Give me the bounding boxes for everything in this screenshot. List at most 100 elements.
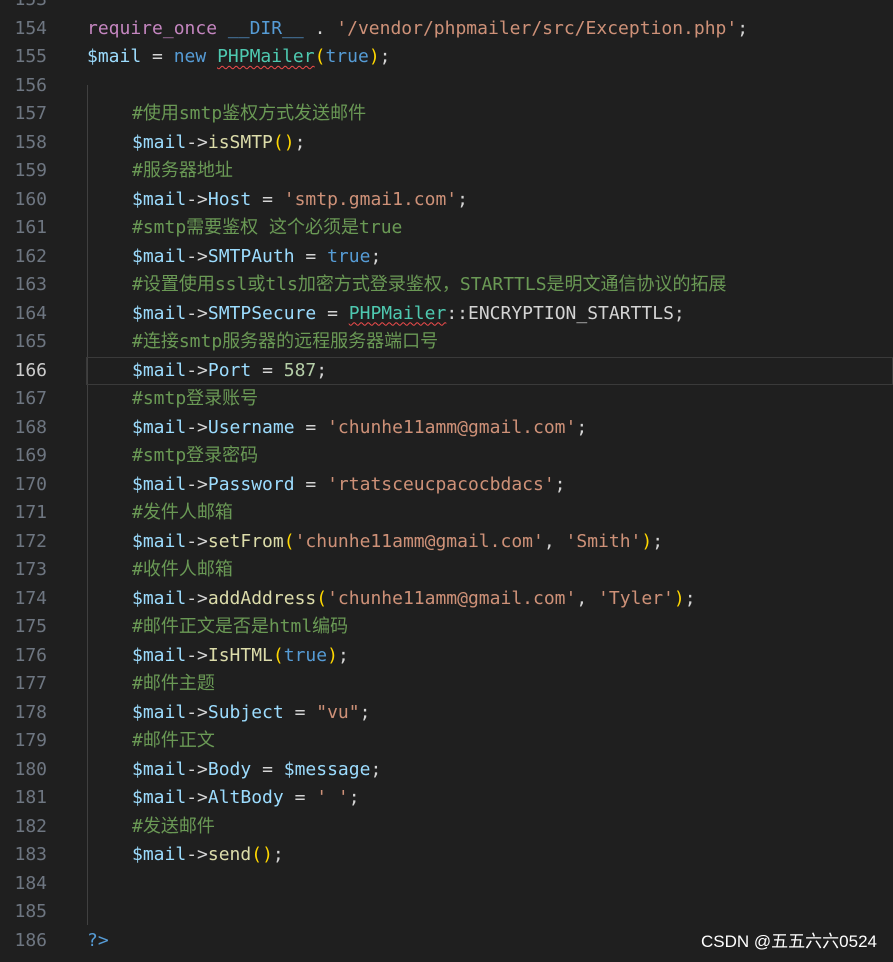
code-line[interactable]: 184	[0, 870, 893, 899]
code-line[interactable]: 183 $mail->send();	[0, 841, 893, 870]
code-line[interactable]: 155 $mail = new PHPMailer(true);	[0, 43, 893, 72]
code-token: (	[316, 587, 328, 609]
code-line[interactable]: 174 $mail->addAddress('chunhe11amm@gmail.…	[0, 585, 893, 614]
code-line[interactable]: 181 $mail->AltBody = ' ';	[0, 784, 893, 813]
code-text-area[interactable]: $mail->Subject = "vu";	[86, 699, 893, 728]
code-text-area[interactable]	[86, 870, 893, 899]
code-text: $mail->Body = $message;	[132, 756, 381, 785]
line-number: 183	[14, 844, 47, 865]
code-text-area[interactable]: $mail->Host = 'smtp.gmai1.com';	[86, 186, 893, 215]
code-line[interactable]: 185	[0, 898, 893, 927]
code-text-area[interactable]: #发件人邮箱	[86, 499, 893, 528]
code-editor[interactable]: 153 154 require_once __DIR__ . '/vendor/ph…	[0, 0, 893, 962]
code-line[interactable]: 179 #邮件正文	[0, 727, 893, 756]
code-token: ;	[370, 245, 382, 267]
code-token: send	[207, 844, 252, 865]
code-line[interactable]: 163 #设置使用ssl或tls加密方式登录鉴权，STARTTLS是明文通信协议的…	[0, 271, 893, 300]
code-text-area[interactable]: #发送邮件	[86, 813, 893, 842]
code-text-area[interactable]: $mail->AltBody = ' ';	[86, 784, 893, 813]
code-token: =	[294, 473, 328, 495]
code-line[interactable]: 167 #smtp登录账号	[0, 385, 893, 414]
code-token: $mail	[132, 245, 187, 267]
code-token: AltBody	[207, 787, 284, 808]
line-number: 156	[14, 74, 47, 96]
code-text-area[interactable]: $mail->SMTPSecure = PHPMailer::ENCRYPTIO…	[86, 300, 893, 329]
code-line[interactable]: 175 #邮件正文是否是html编码	[0, 613, 893, 642]
code-line[interactable]: 161 #smtp需要鉴权 这个必须是true	[0, 214, 893, 243]
code-line[interactable]: 173 #收件人邮箱	[0, 556, 893, 585]
code-text-area[interactable]: #smtp登录账号	[86, 385, 893, 414]
code-token: $mail	[132, 359, 187, 381]
code-line[interactable]: 176 $mail->IsHTML(true);	[0, 642, 893, 671]
code-token: $mail	[87, 46, 142, 67]
code-text: #邮件主题	[132, 670, 215, 699]
code-text: #发件人邮箱	[132, 499, 233, 528]
code-text: #服务器地址	[132, 157, 233, 186]
code-text-area[interactable]: #邮件主题	[86, 670, 893, 699]
code-text-area[interactable]: $mail->setFrom('chunhe11amm@gmail.com', …	[86, 528, 893, 557]
code-text-area[interactable]: #邮件正文是否是html编码	[86, 613, 893, 642]
code-line[interactable]: 154 require_once __DIR__ . '/vendor/phpma…	[0, 15, 893, 44]
code-text: $mail = new PHPMailer(true);	[87, 43, 391, 72]
code-text-area[interactable]: #邮件正文	[86, 727, 893, 756]
code-line[interactable]: 172 $mail->setFrom('chunhe11amm@gmail.com…	[0, 528, 893, 557]
code-text-area[interactable]: $mail->Port = 587;	[86, 356, 893, 385]
code-text: $mail->Username = 'chunhe11amm@gmail.com…	[132, 414, 587, 443]
code-comment: #邮件正文是否是html编码	[132, 616, 349, 637]
code-text-area[interactable]: #服务器地址	[86, 157, 893, 186]
code-line[interactable]: 157 #使用smtp鉴权方式发送邮件	[0, 100, 893, 129]
code-text-area[interactable]: #smtp需要鉴权 这个必须是true	[86, 214, 893, 243]
code-token: $mail	[132, 701, 187, 723]
code-line[interactable]: 164 $mail->SMTPSecure = PHPMailer::ENCRYP…	[0, 300, 893, 329]
code-line[interactable]: 169 #smtp登录密码	[0, 442, 893, 471]
code-text-area[interactable]: $mail->SMTPAuth = true;	[86, 243, 893, 272]
code-text-area[interactable]: $mail->addAddress('chunhe11amm@gmail.com…	[86, 585, 893, 614]
code-token: ;	[673, 302, 685, 324]
code-text-area[interactable]: $mail = new PHPMailer(true);	[86, 43, 893, 72]
code-line[interactable]: 166 $mail->Port = 587;	[0, 356, 893, 385]
code-text-area[interactable]: #使用smtp鉴权方式发送邮件	[86, 100, 893, 129]
code-token: addAddress	[207, 587, 317, 609]
line-number: 161	[14, 217, 47, 238]
code-token: )	[327, 644, 338, 666]
code-line[interactable]: 170 $mail->Password = 'rtatsceucpacocbdac…	[0, 471, 893, 500]
code-token: ->	[186, 188, 208, 210]
code-text-area[interactable]: #设置使用ssl或tls加密方式登录鉴权，STARTTLS是明文通信协议的拓展	[86, 271, 893, 300]
code-line[interactable]: 156	[0, 72, 893, 101]
code-line[interactable]: 180 $mail->Body = $message;	[0, 756, 893, 785]
code-line[interactable]: 171 #发件人邮箱	[0, 499, 893, 528]
code-token: ->	[186, 758, 208, 780]
code-text-area[interactable]: $mail->Password = 'rtatsceucpacocbdacs';	[86, 471, 893, 500]
code-token: ->	[186, 473, 208, 495]
line-number: 163	[14, 274, 47, 295]
code-text-area[interactable]: $mail->isSMTP();	[86, 129, 893, 158]
code-line[interactable]: 158 $mail->isSMTP();	[0, 129, 893, 158]
code-text-area[interactable]	[86, 72, 893, 101]
code-line[interactable]: 178 $mail->Subject = "vu";	[0, 699, 893, 728]
code-text: $mail->send();	[132, 841, 284, 870]
code-comment: #服务器地址	[132, 160, 233, 181]
code-text-area[interactable]: require_once __DIR__ . '/vendor/phpmaile…	[86, 15, 893, 44]
code-line[interactable]: 159 #服务器地址	[0, 157, 893, 186]
code-text-area[interactable]: $mail->Body = $message;	[86, 756, 893, 785]
code-text: #smtp登录账号	[132, 385, 258, 414]
code-text: #连接smtp服务器的远程服务器端口号	[132, 328, 438, 357]
code-text-area[interactable]: #收件人邮箱	[86, 556, 893, 585]
code-text-area[interactable]	[86, 0, 893, 15]
code-token: ->	[186, 587, 208, 609]
code-line[interactable]: 160 $mail->Host = 'smtp.gmai1.com';	[0, 186, 893, 215]
line-number: 184	[14, 872, 47, 894]
code-line[interactable]: 182 #发送邮件	[0, 813, 893, 842]
code-line[interactable]: 162 $mail->SMTPAuth = true;	[0, 243, 893, 272]
code-text-area[interactable]: #smtp登录密码	[86, 442, 893, 471]
code-line[interactable]: 177 #邮件主题	[0, 670, 893, 699]
code-line[interactable]: 168 $mail->Username = 'chunhe11amm@gmail.…	[0, 414, 893, 443]
line-number: 179	[14, 730, 47, 751]
code-text-area[interactable]: $mail->Username = 'chunhe11amm@gmail.com…	[86, 414, 893, 443]
code-line[interactable]: 153	[0, 0, 893, 15]
code-text-area[interactable]: $mail->send();	[86, 841, 893, 870]
code-text-area[interactable]: #连接smtp服务器的远程服务器端口号	[86, 328, 893, 357]
code-line[interactable]: 165 #连接smtp服务器的远程服务器端口号	[0, 328, 893, 357]
code-text-area[interactable]: $mail->IsHTML(true);	[86, 642, 893, 671]
code-text-area[interactable]	[86, 898, 893, 927]
